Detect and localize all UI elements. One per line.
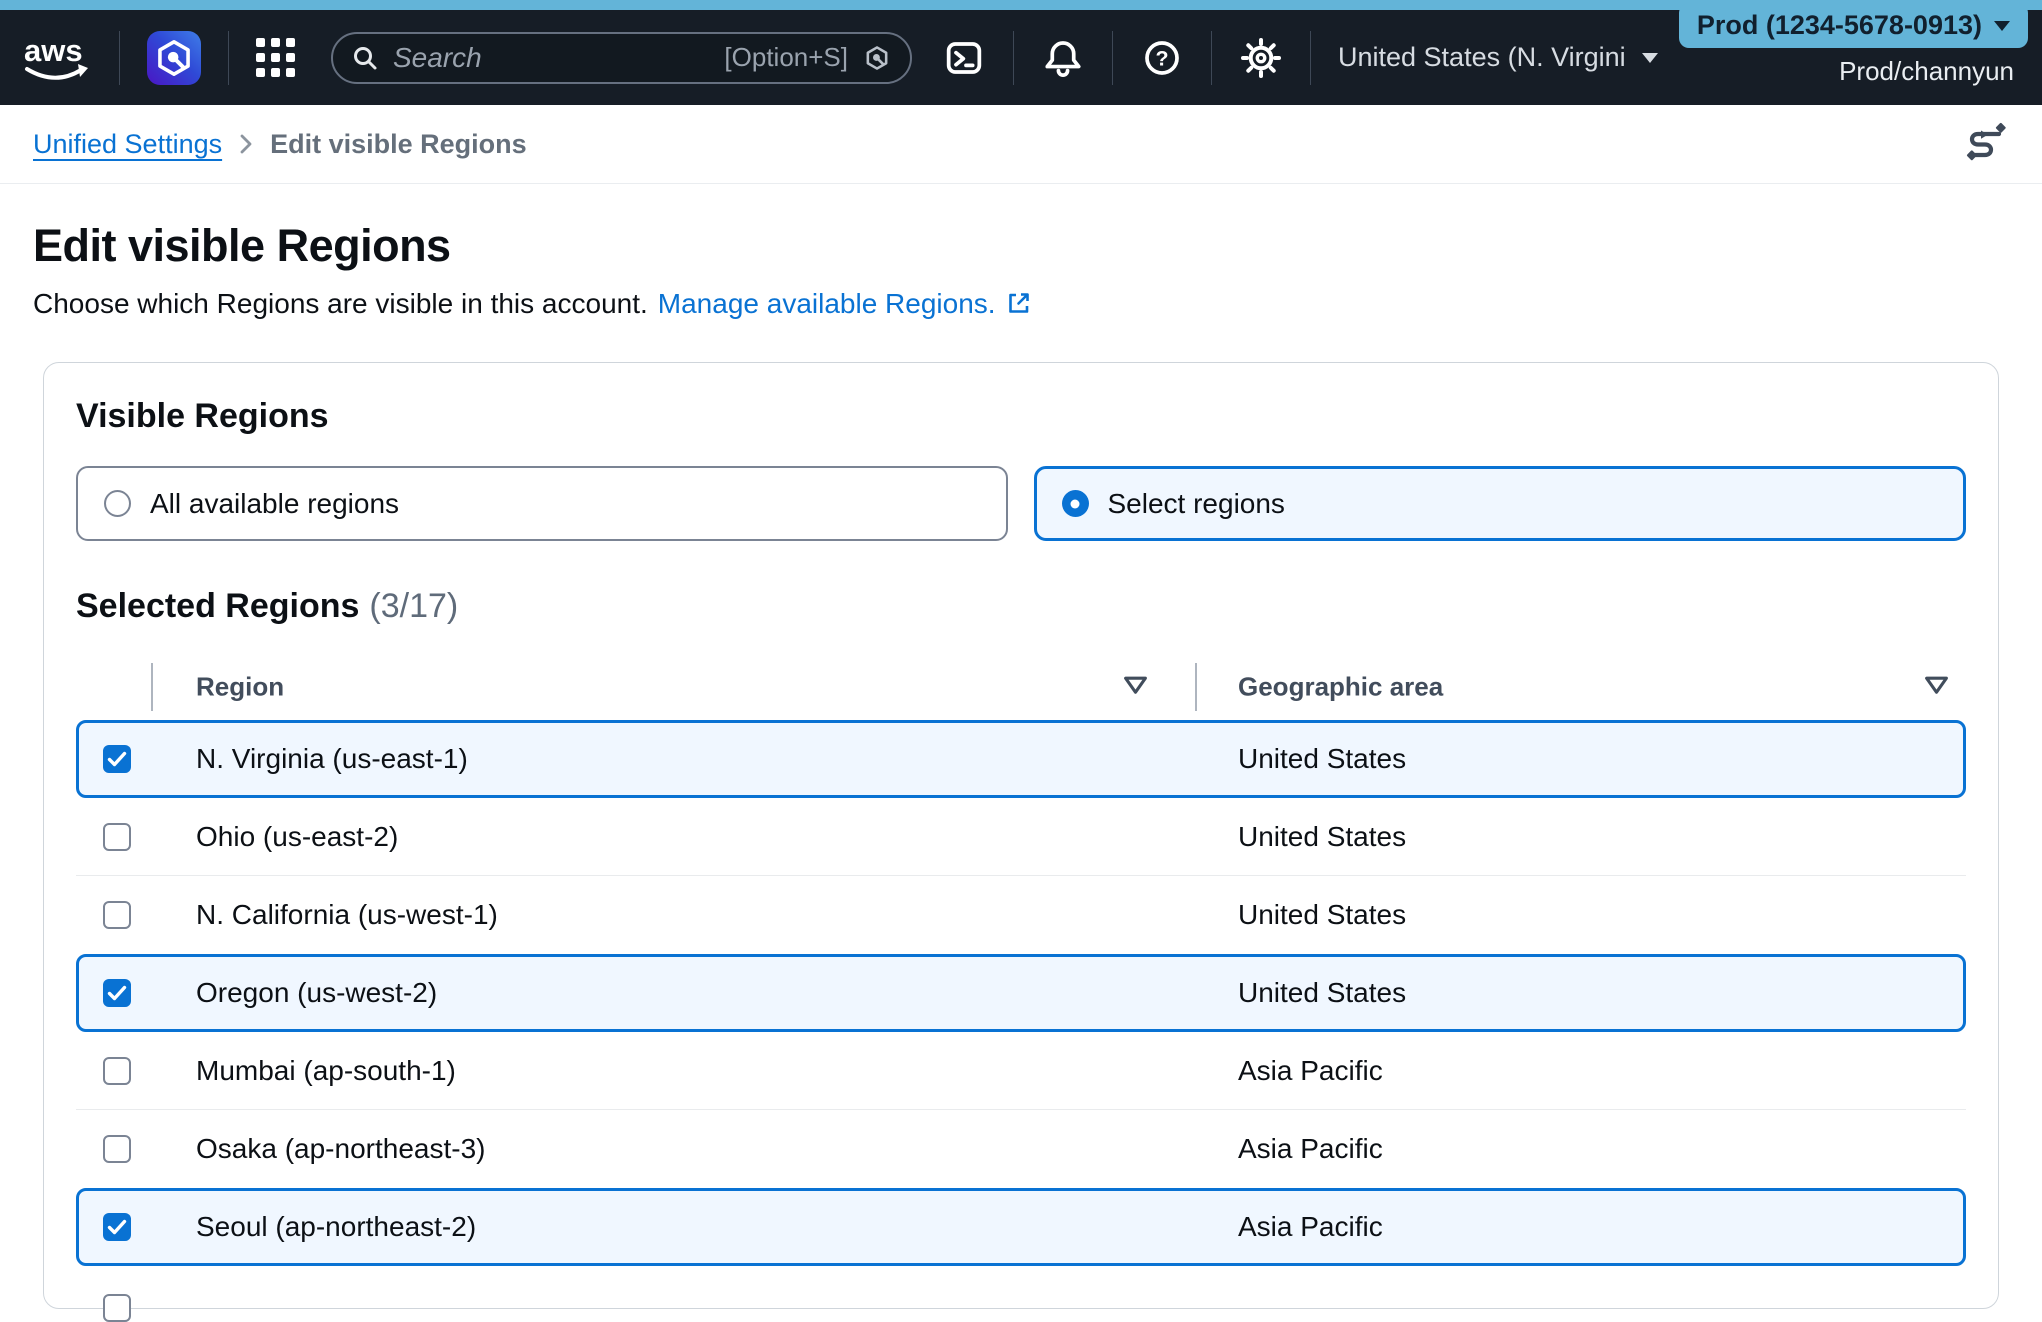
geo-cell: United States xyxy=(1238,899,1406,931)
radio-selected-icon[interactable] xyxy=(1062,490,1089,517)
row-checkbox-unchecked[interactable] xyxy=(103,901,131,929)
aws-logo[interactable]: aws xyxy=(22,31,92,85)
amazon-q-glyph-icon xyxy=(151,35,197,81)
nav-divider xyxy=(228,31,229,85)
card-heading: Visible Regions xyxy=(76,397,1966,436)
services-grid-icon[interactable] xyxy=(256,38,295,77)
region-cell: Ohio (us-east-2) xyxy=(196,821,398,853)
geo-cell: Asia Pacific xyxy=(1238,1055,1383,1087)
region-cell: Osaka (ap-northeast-3) xyxy=(196,1133,485,1165)
bell-icon xyxy=(1043,38,1083,78)
search-icon xyxy=(351,44,379,72)
chevron-down-icon xyxy=(1994,21,2010,31)
breadcrumb: Unified Settings Edit visible Regions xyxy=(0,105,2042,184)
sort-filter-icon xyxy=(1923,674,1950,697)
env-badge-label: Prod (1234-5678-0913) xyxy=(1697,10,1982,41)
column-header-region: Region xyxy=(196,672,284,703)
row-checkbox-checked[interactable] xyxy=(103,745,131,773)
workflow-route-icon xyxy=(1963,122,2009,164)
selected-regions-title: Selected Regions xyxy=(76,587,359,625)
nav-divider xyxy=(1211,31,1212,85)
table-row-n-california[interactable]: N. California (us-west-1) United States xyxy=(76,876,1966,954)
region-cell: Seoul (ap-northeast-2) xyxy=(196,1211,476,1243)
table-row-seoul[interactable]: Seoul (ap-northeast-2) Asia Pacific xyxy=(76,1188,1966,1266)
table-row-ohio[interactable]: Ohio (us-east-2) United States xyxy=(76,798,1966,876)
help-icon: ? xyxy=(1142,38,1182,78)
check-icon xyxy=(103,979,131,1007)
row-checkbox-unchecked[interactable] xyxy=(103,1057,131,1085)
region-cell: N. California (us-west-1) xyxy=(196,899,498,931)
table-row-osaka[interactable]: Osaka (ap-northeast-3) Asia Pacific xyxy=(76,1110,1966,1188)
table-row-mumbai[interactable]: Mumbai (ap-south-1) Asia Pacific xyxy=(76,1032,1966,1110)
svg-text:?: ? xyxy=(1155,46,1168,70)
help-button[interactable]: ? xyxy=(1140,36,1184,80)
geo-cell: Asia Pacific xyxy=(1238,1133,1383,1165)
region-cell: N. Virginia (us-east-1) xyxy=(196,743,468,775)
aws-logo-text: aws xyxy=(24,33,83,68)
selected-regions-count: (3/17) xyxy=(369,587,458,625)
row-checkbox-unchecked[interactable] xyxy=(103,1135,131,1163)
geo-cell: United States xyxy=(1238,977,1406,1009)
nav-divider xyxy=(1013,31,1014,85)
breadcrumb-link-unified-settings[interactable]: Unified Settings xyxy=(33,129,222,160)
amazon-q-hexagon-icon xyxy=(862,43,892,73)
nav-divider xyxy=(119,31,120,85)
geographic-area-sort-button[interactable] xyxy=(1923,674,1950,700)
region-sort-button[interactable] xyxy=(1122,674,1149,700)
tile-label: All available regions xyxy=(150,488,399,520)
chevron-down-icon xyxy=(1642,53,1658,63)
page-title: Edit visible Regions xyxy=(33,220,2009,272)
visible-regions-card: Visible Regions All available regions Se… xyxy=(43,362,1999,1309)
breadcrumb-current: Edit visible Regions xyxy=(270,129,527,160)
geo-cell: Asia Pacific xyxy=(1238,1211,1383,1243)
breadcrumb-chevron-icon xyxy=(238,130,254,158)
settings-button[interactable] xyxy=(1239,36,1283,80)
table-row-partial[interactable] xyxy=(76,1266,1966,1308)
page-description: Choose which Regions are visible in this… xyxy=(33,288,2009,320)
row-checkbox-checked[interactable] xyxy=(103,979,131,1007)
row-checkbox-unchecked[interactable] xyxy=(103,823,131,851)
row-checkbox-unchecked[interactable] xyxy=(103,1294,131,1322)
region-cell: Mumbai (ap-south-1) xyxy=(196,1055,456,1087)
cloudshell-button[interactable] xyxy=(942,36,986,80)
table-row-n-virginia[interactable]: N. Virginia (us-east-1) United States xyxy=(76,720,1966,798)
workflow-route-button[interactable] xyxy=(1963,122,2009,167)
geo-cell: United States xyxy=(1238,743,1406,775)
search-input[interactable]: Search [Option+S] xyxy=(331,32,912,84)
nav-divider xyxy=(1112,31,1113,85)
manage-regions-link[interactable]: Manage available Regions. xyxy=(658,288,996,319)
tile-all-available-regions[interactable]: All available regions xyxy=(76,466,1008,541)
selected-regions-heading: Selected Regions (3/17) xyxy=(76,587,1966,626)
table-header-row: Region Geographic area xyxy=(76,654,1966,720)
check-icon xyxy=(103,1213,131,1241)
external-link-icon xyxy=(1006,290,1032,316)
column-header-geographic-area: Geographic area xyxy=(1238,672,1443,703)
tile-select-regions[interactable]: Select regions xyxy=(1034,466,1967,541)
region-cell: Oregon (us-west-2) xyxy=(196,977,437,1009)
notifications-button[interactable] xyxy=(1041,36,1085,80)
column-divider xyxy=(151,663,153,711)
search-placeholder: Search xyxy=(393,42,482,74)
amazon-q-icon[interactable] xyxy=(147,31,201,85)
row-checkbox-checked[interactable] xyxy=(103,1213,131,1241)
geo-cell: United States xyxy=(1238,821,1406,853)
main-content: Edit visible Regions Choose which Region… xyxy=(0,220,2042,1309)
tile-label: Select regions xyxy=(1108,488,1285,520)
column-divider xyxy=(1195,663,1197,711)
check-icon xyxy=(103,745,131,773)
nav-divider xyxy=(1310,31,1311,85)
cloudshell-icon xyxy=(945,40,983,76)
radio-unselected-icon[interactable] xyxy=(104,490,131,517)
account-env-badge[interactable]: Prod (1234-5678-0913) xyxy=(1679,3,2028,48)
search-shortcut-hint: [Option+S] xyxy=(724,42,848,73)
region-mode-tiles: All available regions Select regions xyxy=(76,466,1966,541)
regions-table: Region Geographic area N. xyxy=(76,654,1966,1308)
region-selector-label: United States (N. Virgini xyxy=(1338,42,1626,73)
sort-filter-icon xyxy=(1122,674,1149,697)
federated-user-label: Prod/channyun xyxy=(1839,56,2014,87)
table-row-oregon[interactable]: Oregon (us-west-2) United States xyxy=(76,954,1966,1032)
region-selector[interactable]: United States (N. Virgini xyxy=(1338,42,1658,73)
description-text: Choose which Regions are visible in this… xyxy=(33,288,648,319)
gear-icon xyxy=(1241,38,1281,78)
